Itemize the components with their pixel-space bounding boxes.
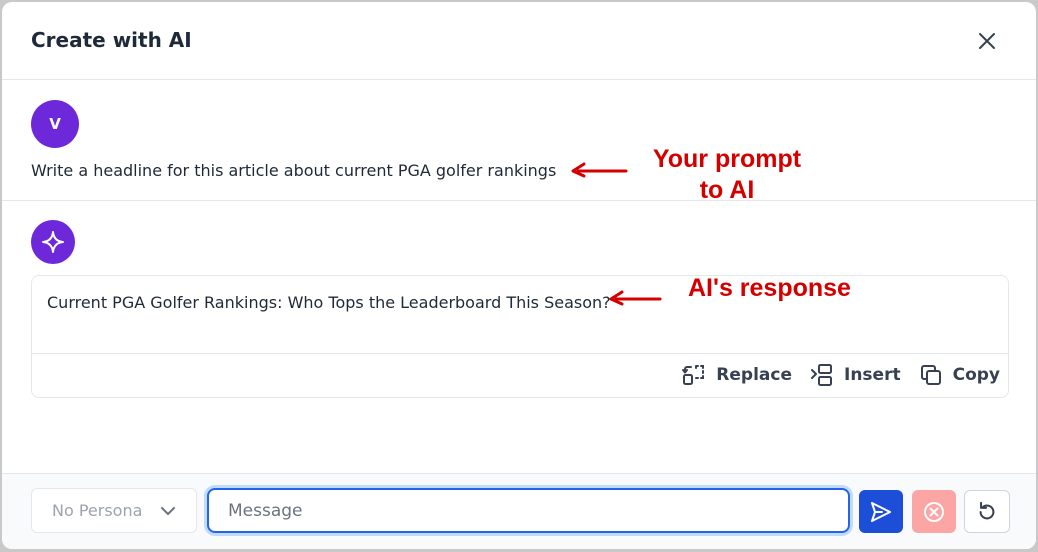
persona-value: No Persona bbox=[52, 501, 143, 520]
prompt-annotation-line2: to AI bbox=[699, 176, 755, 204]
prompt-annotation-line1: Your prompt bbox=[652, 145, 802, 173]
ai-message: Current PGA Golfer Rankings: Who Tops th… bbox=[2, 202, 1036, 474]
response-annotation: AI's response bbox=[688, 274, 851, 302]
reset-icon bbox=[979, 501, 995, 519]
prompt-annotation: Your prompt to AI bbox=[632, 144, 822, 206]
response-actions: Replace Insert Copy bbox=[682, 362, 1000, 388]
dialog-header: Create with AI bbox=[2, 2, 1036, 80]
close-button[interactable] bbox=[970, 24, 1004, 58]
dialog-title: Create with AI bbox=[31, 28, 192, 52]
response-card: Current PGA Golfer Rankings: Who Tops th… bbox=[31, 275, 1009, 398]
insert-button[interactable]: Insert bbox=[810, 363, 901, 387]
replace-button[interactable]: Replace bbox=[682, 363, 792, 387]
response-arrow-icon bbox=[609, 290, 662, 306]
user-prompt-text: Write a headline for this article about … bbox=[31, 161, 557, 180]
copy-label: Copy bbox=[952, 365, 1000, 385]
copy-icon bbox=[920, 365, 941, 385]
ai-avatar bbox=[31, 220, 75, 264]
sparkle-icon bbox=[42, 231, 64, 253]
stop-icon bbox=[924, 501, 944, 522]
card-divider bbox=[32, 353, 1008, 354]
chevron-down-icon bbox=[161, 506, 175, 515]
send-button[interactable] bbox=[859, 490, 903, 533]
send-icon bbox=[871, 501, 891, 522]
replace-label: Replace bbox=[716, 365, 792, 385]
close-icon bbox=[979, 33, 995, 49]
replace-icon bbox=[682, 365, 705, 385]
user-message: V Write a headline for this article abou… bbox=[2, 81, 1036, 201]
user-avatar: V bbox=[31, 100, 79, 148]
persona-select[interactable]: No Persona bbox=[31, 488, 197, 533]
composer-footer: No Persona bbox=[2, 473, 1036, 549]
reset-button[interactable] bbox=[964, 490, 1010, 533]
ai-response-text: Current PGA Golfer Rankings: Who Tops th… bbox=[47, 293, 611, 312]
insert-label: Insert bbox=[844, 365, 901, 385]
message-input[interactable] bbox=[207, 488, 850, 533]
copy-button[interactable]: Copy bbox=[919, 363, 1000, 387]
stop-button[interactable] bbox=[912, 490, 956, 533]
prompt-arrow-icon bbox=[571, 162, 628, 178]
insert-icon bbox=[811, 364, 832, 386]
create-with-ai-dialog: Create with AI V Write a headline for th… bbox=[2, 2, 1036, 549]
